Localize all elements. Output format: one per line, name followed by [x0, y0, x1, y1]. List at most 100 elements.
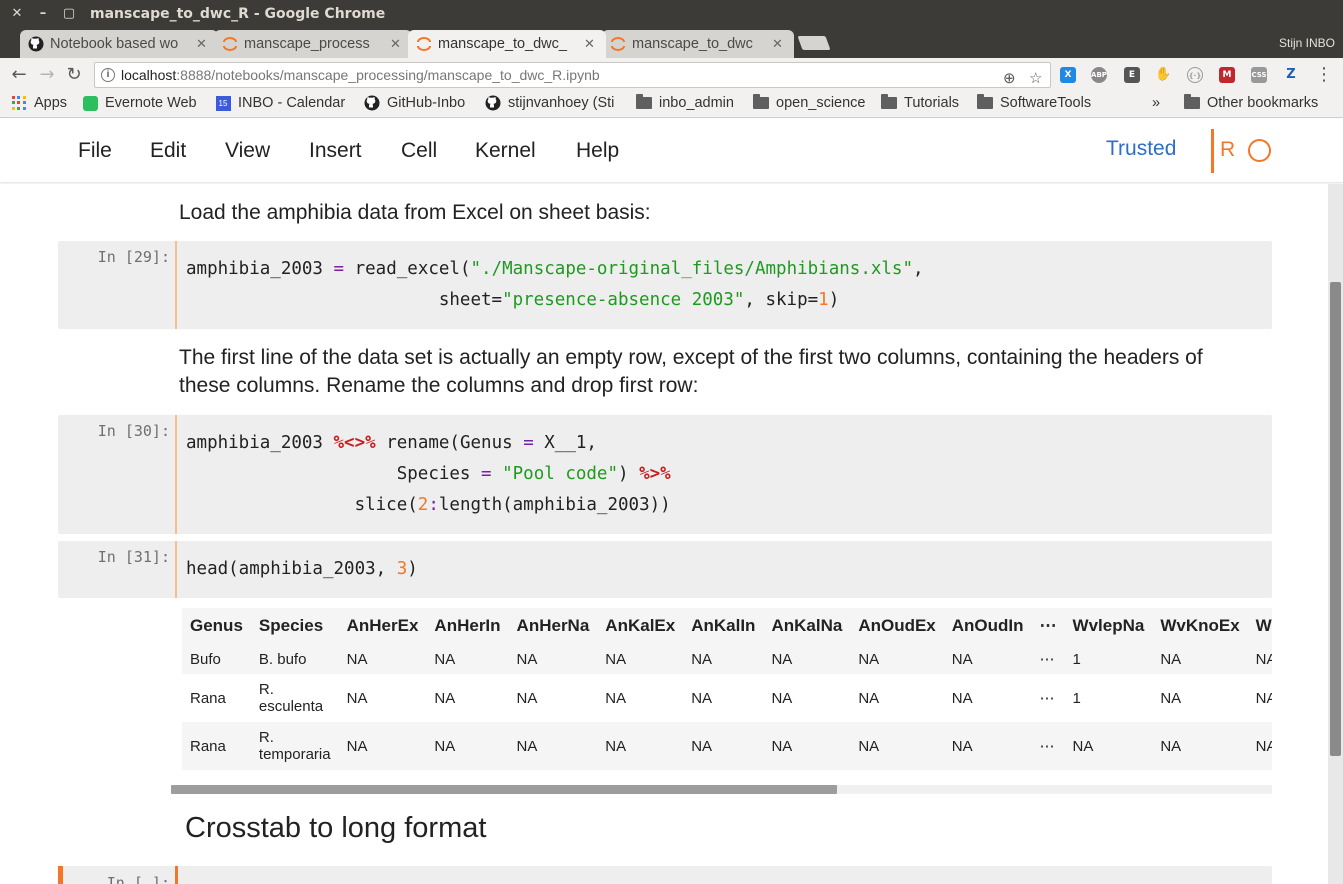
bookmark-label: stijnvanhoey (Sti: [508, 95, 615, 111]
bookmark-folder-softwaretools[interactable]: SoftwareTools: [977, 94, 1091, 111]
kernel-idle-indicator-icon: [1248, 139, 1271, 162]
new-tab-button[interactable]: [797, 36, 831, 50]
code-cell-30[interactable]: In [30]: amphibia_2003 %<>% rename(Genus…: [58, 415, 1272, 534]
cell-prompt: In [30]:: [97, 422, 170, 440]
scrollbar-thumb[interactable]: [1330, 282, 1341, 756]
bookmark-folder-open-science[interactable]: open_science: [753, 94, 866, 111]
table-cell: ⋯: [1031, 674, 1065, 722]
table-cell: R. temporaria: [250, 722, 339, 770]
bookmark-label: Evernote Web: [105, 95, 197, 111]
table-cell: NA: [338, 644, 427, 674]
bookmark-folder-inbo-admin[interactable]: inbo_admin: [636, 94, 734, 111]
github-icon: [485, 95, 501, 111]
close-tab-icon[interactable]: ✕: [772, 37, 786, 52]
browser-tab-notebook-based[interactable]: Notebook based wo ✕: [20, 30, 218, 58]
zoom-icon[interactable]: ⊕: [1003, 67, 1016, 91]
scrollbar-thumb[interactable]: [171, 785, 837, 794]
table-cell: NA: [943, 722, 1032, 770]
forward-arrow-icon[interactable]: →: [36, 64, 58, 86]
folder-icon: [1184, 94, 1200, 111]
bookmark-label: INBO - Calendar: [238, 95, 346, 111]
table-cell: NA: [1152, 674, 1248, 722]
github-icon: [28, 36, 44, 52]
menu-cell[interactable]: Cell: [401, 139, 437, 163]
table-cell: R. esculenta: [250, 674, 339, 722]
table-cell: NA: [850, 644, 944, 674]
reload-icon[interactable]: ↻: [63, 64, 85, 86]
bookmark-inbo-calendar[interactable]: 15 INBO - Calendar: [215, 95, 350, 111]
table-cell: NA: [338, 674, 427, 722]
evernote-extension-icon[interactable]: E: [1124, 67, 1140, 83]
maximize-window-icon[interactable]: ▢: [62, 6, 76, 22]
bookmark-folder-tutorials[interactable]: Tutorials: [881, 94, 959, 111]
css-extension-icon[interactable]: CSS: [1251, 67, 1267, 83]
table-cell: 1: [1064, 644, 1153, 674]
column-header: WvKnoIn: [1247, 608, 1272, 644]
mendeley-extension-icon[interactable]: M: [1219, 67, 1235, 83]
bookmark-stijnvanhoey[interactable]: stijnvanhoey (Sti: [485, 95, 622, 111]
table-cell: Bufo: [182, 644, 251, 674]
browser-tab-manscape-processing[interactable]: manscape_process ✕: [214, 30, 412, 58]
bookmark-label: GitHub-Inbo: [387, 95, 466, 111]
browser-tab-manscape-to-dwc[interactable]: manscape_to_dwc ✕: [602, 30, 794, 58]
menu-file[interactable]: File: [78, 139, 112, 163]
profile-name[interactable]: Stijn INBO: [1279, 36, 1335, 50]
bookmark-star-icon[interactable]: ☆: [1029, 67, 1042, 91]
cell-code[interactable]: amphibia_2003 = read_excel("./Manscape-o…: [186, 254, 924, 316]
close-tab-icon[interactable]: ✕: [390, 37, 404, 52]
hand-extension-icon[interactable]: ✋: [1155, 67, 1171, 83]
table-cell: NA: [426, 722, 509, 770]
browser-menu-icon[interactable]: ⋮: [1315, 64, 1333, 85]
xmarks-extension-icon[interactable]: X: [1060, 67, 1076, 83]
trusted-indicator[interactable]: Trusted: [1106, 137, 1176, 161]
address-url[interactable]: localhost:8888/notebooks/manscape_proces…: [121, 63, 600, 87]
bookmark-github-inbo[interactable]: GitHub-Inbo: [364, 95, 465, 111]
table-cell: NA: [1247, 674, 1272, 722]
cell-prompt: In [29]:: [97, 248, 170, 266]
code-cell-next-selected[interactable]: In [ ]:: [58, 866, 1272, 884]
close-tab-icon[interactable]: ✕: [584, 37, 598, 52]
other-bookmarks[interactable]: Other bookmarks: [1184, 94, 1318, 111]
back-arrow-icon[interactable]: ←: [8, 64, 30, 86]
zotero-extension-icon[interactable]: Z: [1283, 67, 1299, 83]
table-cell: NA: [683, 722, 764, 770]
cell-prompt: In [31]:: [97, 548, 170, 566]
jsonview-extension-icon[interactable]: {·}: [1187, 67, 1203, 83]
cell-code[interactable]: head(amphibia_2003, 3): [186, 554, 418, 585]
code-cell-29[interactable]: In [29]: amphibia_2003 = read_excel("./M…: [58, 241, 1272, 329]
page-vertical-scrollbar[interactable]: [1328, 184, 1343, 884]
column-header: WvlepNa: [1064, 608, 1153, 644]
jupyter-icon: [222, 36, 238, 52]
table-cell: NA: [763, 644, 851, 674]
menu-view[interactable]: View: [225, 139, 270, 163]
kernel-divider: [1211, 129, 1214, 173]
adblock-extension-icon[interactable]: ABP: [1091, 67, 1107, 83]
bookmark-evernote-web[interactable]: Evernote Web: [82, 95, 197, 111]
menu-help[interactable]: Help: [576, 139, 619, 163]
browser-tab-manscape-to-dwc-active[interactable]: manscape_to_dwc_ ✕: [408, 30, 606, 58]
output-horizontal-scrollbar[interactable]: [171, 785, 1272, 794]
cell-code[interactable]: amphibia_2003 %<>% rename(Genus = X__1, …: [186, 428, 671, 521]
close-window-icon[interactable]: ✕: [10, 6, 24, 22]
menu-kernel[interactable]: Kernel: [475, 139, 536, 163]
code-cell-31[interactable]: In [31]: head(amphibia_2003, 3): [58, 541, 1272, 598]
menu-insert[interactable]: Insert: [309, 139, 362, 163]
column-header: AnKalNa: [763, 608, 851, 644]
column-header: WvKnoEx: [1152, 608, 1248, 644]
bookmark-apps[interactable]: Apps: [11, 95, 67, 111]
tab-label: manscape_to_dwc_: [438, 36, 567, 52]
address-bar[interactable]: i localhost:8888/notebooks/manscape_proc…: [94, 62, 1051, 88]
markdown-cell-load-data[interactable]: Load the amphibia data from Excel on she…: [179, 199, 651, 227]
table-cell: NA: [763, 722, 851, 770]
table-cell: NA: [338, 722, 427, 770]
markdown-cell-rename[interactable]: The first line of the data set is actual…: [179, 344, 1203, 400]
bookmarks-bar: Apps Evernote Web 15 INBO - Calendar Git…: [0, 92, 1343, 118]
close-tab-icon[interactable]: ✕: [196, 37, 210, 52]
menu-edit[interactable]: Edit: [150, 139, 186, 163]
table-cell: NA: [850, 674, 944, 722]
bookmarks-overflow-button[interactable]: »: [1152, 95, 1160, 111]
markdown-heading-crosstab[interactable]: Crosstab to long format: [185, 812, 486, 845]
site-info-icon[interactable]: i: [101, 68, 115, 82]
tab-strip: Notebook based wo ✕ manscape_process ✕ m…: [0, 28, 1343, 58]
minimize-window-icon[interactable]: –: [36, 6, 50, 22]
